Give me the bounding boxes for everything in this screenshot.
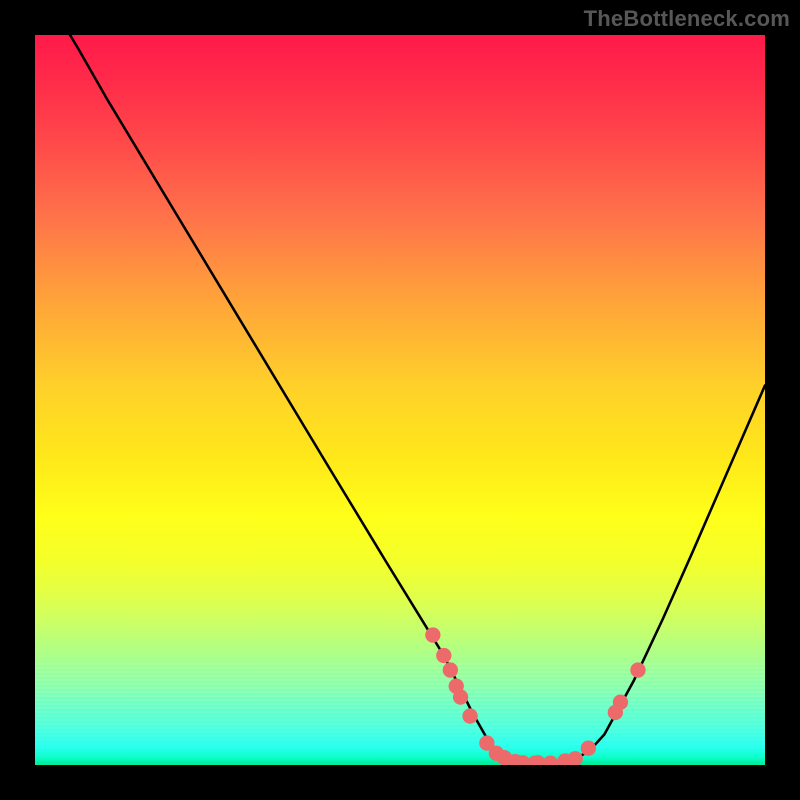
data-point: [568, 751, 583, 765]
chart-svg: [35, 35, 765, 765]
data-points: [425, 627, 645, 765]
data-point: [453, 689, 468, 704]
data-point: [436, 648, 451, 663]
data-point: [630, 662, 645, 677]
data-point: [425, 627, 440, 642]
data-point: [613, 695, 628, 710]
attribution-text: TheBottleneck.com: [584, 6, 790, 32]
data-point: [581, 741, 596, 756]
data-point: [443, 662, 458, 677]
data-point: [462, 708, 477, 723]
bottleneck-curve: [70, 35, 765, 764]
data-point: [543, 756, 558, 765]
chart-area: [35, 35, 765, 765]
